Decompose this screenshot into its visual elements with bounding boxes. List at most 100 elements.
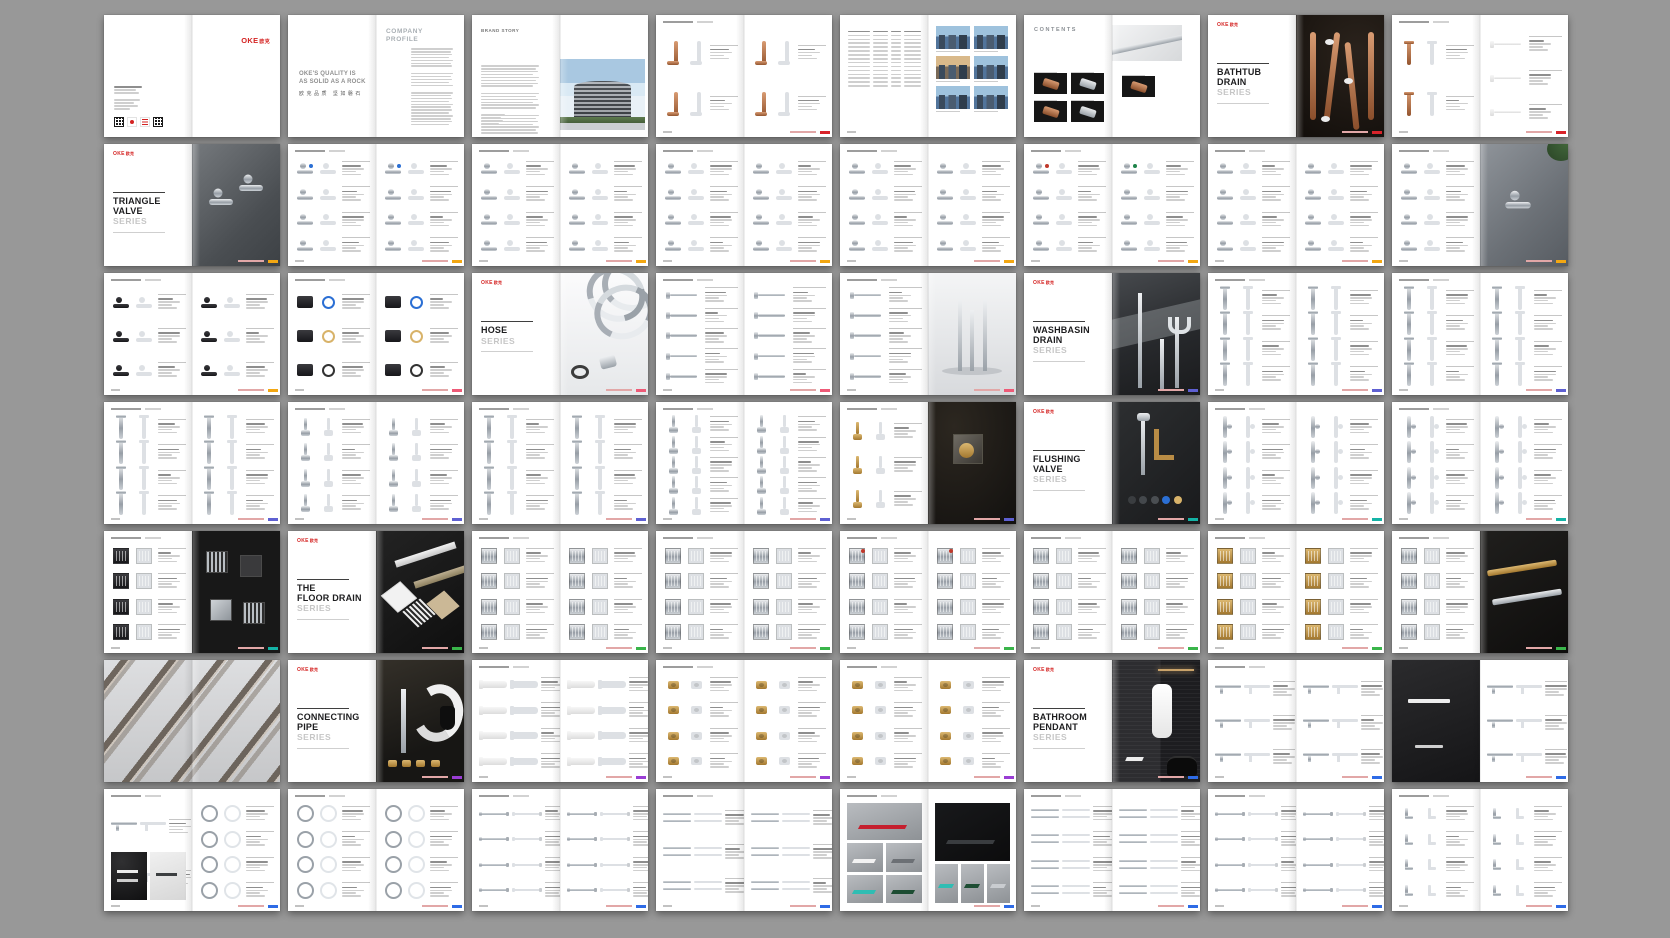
- text-line-placeholder: [342, 480, 356, 482]
- product-line-drawing: [692, 497, 701, 515]
- text-line-placeholder: [1446, 429, 1460, 431]
- product-figure-cell: [1142, 548, 1162, 564]
- product-figure-cell: [1422, 834, 1442, 845]
- product-line-drawing: [224, 805, 241, 822]
- text-line-placeholder: [894, 741, 913, 743]
- product-figure-cell: [751, 497, 771, 515]
- product-figure-cell: [1422, 573, 1442, 589]
- product-text-block: [705, 308, 738, 324]
- footer-text-placeholder: [606, 647, 632, 649]
- product-text-block: [894, 423, 923, 439]
- product-figure-cell: [847, 332, 886, 339]
- text-line-placeholder: [411, 54, 452, 56]
- text-line-placeholder: [411, 101, 449, 103]
- product-row: [479, 853, 560, 877]
- text-line-placeholder: [1350, 379, 1369, 381]
- text-line-placeholder: [1273, 753, 1290, 755]
- product-figure-cell: [134, 440, 154, 464]
- flush-valve-photo-part: [1141, 417, 1145, 476]
- product-photo-figure: [301, 443, 310, 461]
- text-line-placeholder: [158, 581, 180, 583]
- text-line-placeholder: [1350, 561, 1369, 563]
- text-line-placeholder: [705, 318, 719, 320]
- text-line-placeholder: [1350, 432, 1369, 434]
- text-line-placeholder: [526, 250, 545, 252]
- text-line-placeholder: [545, 810, 558, 812]
- page-number-placeholder: [847, 389, 856, 391]
- product-row: [295, 441, 370, 465]
- product-line-drawing: [1056, 189, 1072, 200]
- red-shelf: [858, 825, 907, 829]
- text-line-placeholder: [1446, 867, 1460, 869]
- text-line-placeholder: [629, 732, 648, 734]
- product-figure-cell: [199, 440, 219, 464]
- product-row: [111, 544, 186, 568]
- product-text-block: [541, 728, 560, 744]
- product-text-block: [793, 287, 826, 303]
- series-color-tab: [1372, 905, 1382, 909]
- page-left: [472, 144, 560, 266]
- text-line-placeholder: [1534, 432, 1553, 434]
- text-line-placeholder: [541, 735, 560, 737]
- footer-text-placeholder: [422, 776, 448, 778]
- product-line-drawing: [320, 831, 337, 848]
- text-line-placeholder: [710, 49, 729, 51]
- product-figure-cell: [663, 189, 683, 200]
- product-line-drawing: [1240, 189, 1256, 200]
- product-row: [1303, 741, 1383, 773]
- text-line-placeholder: [614, 222, 628, 224]
- product-line-drawing: [1244, 753, 1270, 762]
- product-figure-cell: [111, 415, 131, 439]
- product-line-drawing: [1331, 311, 1341, 335]
- text-line-placeholder: [798, 247, 812, 249]
- text-line-placeholder: [889, 318, 903, 320]
- profile-paragraphs: [411, 47, 456, 132]
- text-line-placeholder: [1534, 839, 1556, 841]
- product-photo-figure: [1215, 837, 1245, 841]
- product-grid: [383, 802, 458, 902]
- text-line-placeholder: [246, 810, 265, 812]
- product-figure-cell: [751, 92, 771, 116]
- text-line-placeholder: [1534, 841, 1548, 843]
- product-grid: [1487, 415, 1562, 515]
- text-line-placeholder: [1166, 603, 1183, 605]
- product-row: [295, 466, 370, 490]
- text-line-placeholder: [1350, 371, 1365, 373]
- product-line-drawing: [1516, 753, 1542, 762]
- product-line-drawing: [320, 189, 336, 200]
- product-photo-figure: [937, 624, 953, 640]
- table-cell-placeholder: [848, 39, 870, 41]
- product-photo-figure: [753, 573, 769, 589]
- text-line-placeholder: [894, 555, 916, 557]
- text-line-placeholder: [710, 508, 724, 510]
- text-line-placeholder: [481, 114, 505, 116]
- text-line-placeholder: [982, 763, 996, 765]
- product-figure-cell: [870, 214, 890, 225]
- product-figure-cell: [782, 880, 810, 892]
- text-line-placeholder: [793, 361, 812, 363]
- series-color-tab: [1372, 131, 1382, 135]
- footer-text-placeholder: [790, 260, 816, 262]
- table-cell-placeholder: [848, 62, 870, 64]
- product-photo-figure: [484, 440, 494, 464]
- product-figure-cell: [1510, 416, 1530, 438]
- product-line-drawing: [598, 758, 626, 765]
- product-line-drawing: [1150, 884, 1178, 896]
- product-figure-cell: [1326, 362, 1346, 386]
- product-figure-cell: [479, 812, 509, 816]
- text-line-placeholder: [526, 199, 545, 201]
- footer-text-placeholder: [1342, 647, 1368, 649]
- product-line-drawing: [782, 812, 810, 824]
- series-color-tab: [452, 518, 462, 522]
- product-line-drawing: [963, 681, 974, 689]
- brand-logo: OKE欧克: [1033, 281, 1054, 286]
- product-line-drawing: [224, 856, 241, 873]
- contents-thumb-cell: [1122, 73, 1155, 97]
- text-line-placeholder: [894, 712, 908, 714]
- product-line-drawing: [510, 732, 538, 739]
- text-line-placeholder: [982, 612, 1001, 614]
- product-grid: [847, 544, 922, 644]
- text-line-placeholder: [1166, 629, 1187, 631]
- product-photo-figure: [665, 240, 681, 251]
- footer-text-placeholder: [974, 518, 1000, 520]
